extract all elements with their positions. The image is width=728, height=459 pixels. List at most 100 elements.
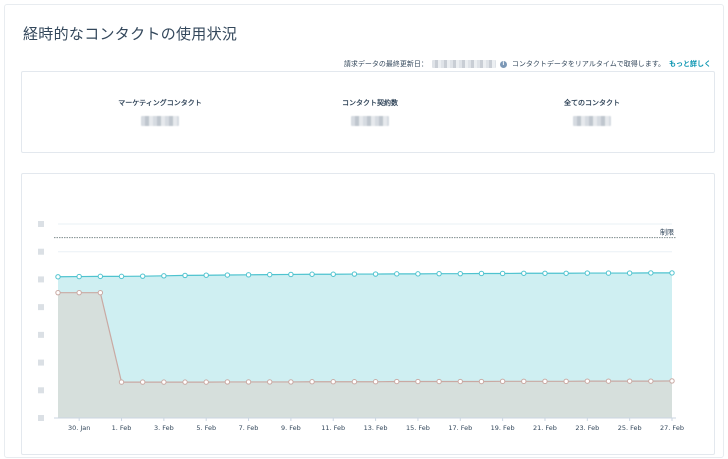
stat-label: コンタクト契約数 [342, 99, 398, 107]
series-point-1 [76, 289, 82, 296]
series-point-0 [118, 273, 125, 280]
x-tick-label: 17. Feb [448, 424, 472, 432]
series-point-0 [203, 272, 209, 278]
y-tick-label-redacted [38, 359, 44, 366]
x-tick-label: 13. Feb [364, 424, 388, 432]
series-point-1 [139, 379, 146, 385]
series-point-1 [584, 378, 591, 384]
x-tick-label: 25. Feb [618, 424, 642, 432]
series-point-0 [626, 270, 633, 276]
x-tick-label: 9. Feb [281, 424, 301, 432]
page-title: 経時的なコンタクトの使用状況 [23, 25, 238, 43]
stat-value [141, 116, 179, 126]
series-point-1 [97, 289, 104, 296]
y-tick-label-redacted [38, 415, 44, 421]
x-tick-label: 1. Feb [112, 424, 132, 432]
series-point-0 [267, 271, 273, 278]
series-point-0 [55, 274, 61, 280]
x-tick-label: 5. Feb [196, 424, 216, 432]
series-point-0 [563, 270, 569, 276]
series-point-1 [203, 379, 209, 385]
series-point-0 [499, 270, 506, 277]
stat-value [351, 116, 389, 126]
y-tick-label-redacted [38, 248, 44, 255]
series-point-1 [669, 378, 675, 384]
series-point-1 [605, 378, 612, 384]
usage-chart: 制限 30. Jan 1. Feb 3. Feb 5. Feb 7. Feb 9. Feb 1… [38, 221, 684, 432]
series-point-0 [97, 273, 104, 280]
series-point-1 [161, 379, 167, 385]
series-point-1 [224, 379, 231, 385]
series-point-0 [245, 272, 252, 278]
series-point-0 [669, 270, 675, 276]
series-point-1 [394, 378, 400, 385]
series-point-0 [372, 271, 379, 277]
y-tick-label-redacted [38, 331, 44, 338]
x-tick-label: 27. Feb [660, 424, 684, 432]
series-point-0 [457, 270, 463, 277]
billing-update-date [431, 60, 496, 68]
series-point-0 [478, 270, 485, 277]
series-point-0 [521, 270, 527, 276]
info-icon[interactable]: i [499, 60, 507, 68]
stat-value [573, 116, 611, 126]
series-point-0 [648, 270, 654, 276]
series-point-1 [351, 379, 358, 385]
x-tick-label: 21. Feb [533, 424, 557, 432]
series-point-1 [563, 378, 569, 385]
stat-label: 全てのコンタクト [564, 99, 620, 107]
y-tick-label-redacted [38, 387, 44, 394]
series-point-1 [288, 379, 294, 385]
stat-marketing-contacts: マーケティングコンタクト [60, 98, 260, 126]
x-tick-label: 15. Feb [406, 424, 430, 432]
series-point-1 [182, 379, 188, 385]
series-point-1 [542, 378, 548, 385]
contact-stats-card: マーケティングコンタクト コンタクト契約数 全てのコンタクト [21, 71, 715, 153]
learn-more-link[interactable]: もっと詳しく [669, 59, 711, 69]
x-tick-label: 23. Feb [575, 424, 599, 432]
series-point-1 [478, 378, 485, 385]
series-point-1 [436, 378, 442, 385]
series-point-0 [161, 273, 167, 279]
series-point-0 [309, 271, 315, 277]
series-point-1 [626, 378, 633, 384]
series-point-1 [55, 289, 61, 296]
limit-label: 制限 [660, 228, 674, 237]
stat-contract-contacts: コンタクト契約数 [270, 98, 470, 126]
series-point-1 [245, 379, 252, 385]
y-tick-label-redacted [38, 304, 44, 311]
series-point-0 [394, 271, 400, 277]
series-point-0 [542, 270, 548, 276]
y-tick-label-redacted [38, 221, 44, 227]
series-point-1 [118, 379, 125, 385]
series-point-0 [288, 271, 294, 278]
series-point-1 [648, 378, 654, 384]
stat-label: マーケティングコンタクト [118, 99, 202, 107]
y-tick-label-redacted [38, 276, 44, 283]
series-point-0 [182, 272, 188, 279]
series-point-0 [224, 272, 231, 278]
series-point-1 [521, 378, 527, 385]
realtime-note: コンタクトデータをリアルタイムで取得します。 [511, 60, 665, 68]
series-point-1 [372, 379, 379, 385]
x-tick-label: 3. Feb [154, 424, 174, 432]
billing-update-label: 請求データの最終更新日： [343, 60, 428, 68]
series-point-0 [605, 270, 612, 276]
data-update-info: 請求データの最終更新日： i コンタクトデータをリアルタイムで取得します。 もっ… [344, 59, 711, 69]
usage-panel: 経時的なコンタクトの使用状況 請求データの最終更新日： i コンタクトデータをリ… [4, 4, 724, 458]
x-tick-label: 30. Jan [68, 424, 90, 432]
usage-chart-card: 制限 30. Jan 1. Feb 3. Feb 5. Feb 7. Feb 9. Feb 1… [21, 173, 715, 455]
series-point-1 [267, 379, 273, 385]
x-tick-label: 11. Feb [321, 424, 345, 432]
series-point-1 [499, 378, 506, 385]
series-point-1 [457, 378, 463, 385]
series-point-0 [76, 273, 82, 280]
series-point-1 [415, 378, 421, 385]
series-point-0 [330, 271, 336, 277]
series-point-1 [309, 379, 315, 385]
x-tick-label: 19. Feb [491, 424, 515, 432]
series-point-0 [415, 271, 421, 277]
series-point-0 [351, 271, 358, 277]
series-point-0 [584, 270, 591, 276]
series-point-1 [330, 379, 336, 385]
